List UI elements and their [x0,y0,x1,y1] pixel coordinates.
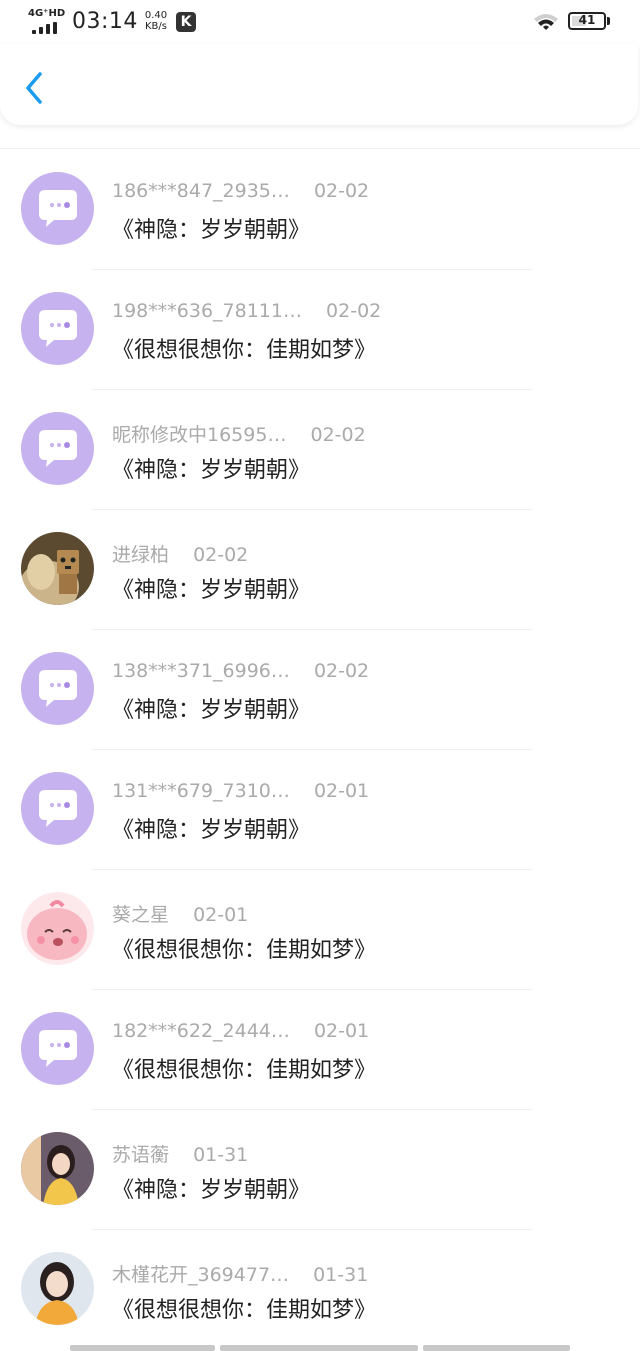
header-divider [0,148,640,149]
sender-name: 131***679_7310… [112,780,290,802]
signal-icon: 4G⁺HD [28,8,68,34]
back-button[interactable] [18,70,50,106]
default-chat-avatar [21,1012,94,1085]
message-date: 02-02 [313,660,370,682]
message-date: 01-31 [193,1144,249,1166]
default-chat-avatar [21,292,94,365]
list-item[interactable]: 182***622_2444… 02-01 《很想很想你：佳期如梦》 [0,990,640,1110]
photo-avatar-pink-cartoon [21,892,94,965]
message-title: 《神隐：岁岁朝朝》 [112,698,311,723]
clock: 03:14 [72,9,138,34]
photo-avatar-girl-orange [21,1252,94,1325]
sender-name: 198***636_78111… [112,300,302,322]
sender-name: 138***371_6996… [112,660,290,682]
status-bar: 4G⁺HD 03:14 0.40 KB/s K 41 [0,0,640,44]
message-title: 《很想很想你：佳期如梦》 [112,1298,377,1323]
message-date: 02-01 [313,780,370,802]
message-meta: 182***622_2444… 02-01 [112,1020,369,1042]
wifi-icon [533,12,559,32]
message-title: 《神隐：岁岁朝朝》 [112,458,311,483]
message-title: 《神隐：岁岁朝朝》 [112,1178,311,1203]
message-title: 《很想很想你：佳期如梦》 [112,338,377,363]
list-item[interactable]: 葵之星 02-01 《很想很想你：佳期如梦》 [0,870,640,990]
photo-avatar-danbo [21,532,94,605]
bottom-tab-bar [70,1345,570,1351]
sender-name: 进绿柏 [112,544,170,566]
message-title: 《神隐：岁岁朝朝》 [112,218,311,243]
message-meta: 进绿柏 02-02 [112,540,248,567]
message-meta: 131***679_7310… 02-01 [112,780,369,802]
sender-name: 葵之星 [112,904,170,926]
sender-name: 木槿花开_369477… [112,1264,290,1286]
message-meta: 昵称修改中16595… 02-02 [112,420,366,447]
message-meta: 186***847_2935… 02-02 [112,180,369,202]
message-meta: 木槿花开_369477… 01-31 [112,1260,368,1287]
list-item[interactable]: 进绿柏 02-02 《神隐：岁岁朝朝》 [0,510,640,630]
list-item[interactable]: 昵称修改中16595… 02-02 《神隐：岁岁朝朝》 [0,390,640,510]
sender-name: 昵称修改中16595… [112,424,287,446]
message-date: 01-31 [313,1264,369,1286]
bottom-tab-stub [70,1345,215,1351]
list-item[interactable]: 木槿花开_369477… 01-31 《很想很想你：佳期如梦》 [0,1230,640,1350]
message-list: 186***847_2935… 02-02 《神隐：岁岁朝朝》 198***63… [0,150,640,1350]
sender-name: 186***847_2935… [112,180,290,202]
message-title: 《神隐：岁岁朝朝》 [112,578,311,603]
message-meta: 138***371_6996… 02-02 [112,660,369,682]
speed-unit: KB/s [145,21,167,32]
app-notification-icon: K [176,12,196,32]
bottom-tab-stub [220,1345,418,1351]
list-item[interactable]: 186***847_2935… 02-02 《神隐：岁岁朝朝》 [0,150,640,270]
message-title: 《神隐：岁岁朝朝》 [112,818,311,843]
message-date: 02-02 [193,544,249,566]
list-item[interactable]: 198***636_78111… 02-02 《很想很想你：佳期如梦》 [0,270,640,390]
message-date: 02-02 [310,424,366,446]
message-date: 02-02 [313,180,370,202]
message-meta: 葵之星 02-01 [112,900,248,927]
sender-name: 182***622_2444… [112,1020,290,1042]
bottom-tab-stub [423,1345,570,1351]
battery-icon: 41 [568,12,606,30]
message-title: 《很想很想你：佳期如梦》 [112,1058,377,1083]
top-nav-bar [0,44,638,125]
message-date: 02-01 [313,1020,370,1042]
default-chat-avatar [21,172,94,245]
message-meta: 苏语蘅 01-31 [112,1140,248,1167]
network-speed: 0.40 KB/s [141,10,171,32]
list-item[interactable]: 苏语蘅 01-31 《神隐：岁岁朝朝》 [0,1110,640,1230]
default-chat-avatar [21,412,94,485]
battery-level: 41 [578,13,596,27]
default-chat-avatar [21,652,94,725]
message-title: 《很想很想你：佳期如梦》 [112,938,377,963]
message-date: 02-02 [326,300,382,322]
list-item[interactable]: 131***679_7310… 02-01 《神隐：岁岁朝朝》 [0,750,640,870]
battery-tip [607,17,610,25]
chevron-left-icon [26,72,42,104]
list-item[interactable]: 138***371_6996… 02-02 《神隐：岁岁朝朝》 [0,630,640,750]
message-meta: 198***636_78111… 02-02 [112,300,381,322]
sender-name: 苏语蘅 [112,1144,170,1166]
default-chat-avatar [21,772,94,845]
message-date: 02-01 [193,904,249,926]
speed-value: 0.40 [144,10,168,21]
photo-avatar-girl-yellow [21,1132,94,1205]
network-type: 4G⁺HD [28,8,66,19]
